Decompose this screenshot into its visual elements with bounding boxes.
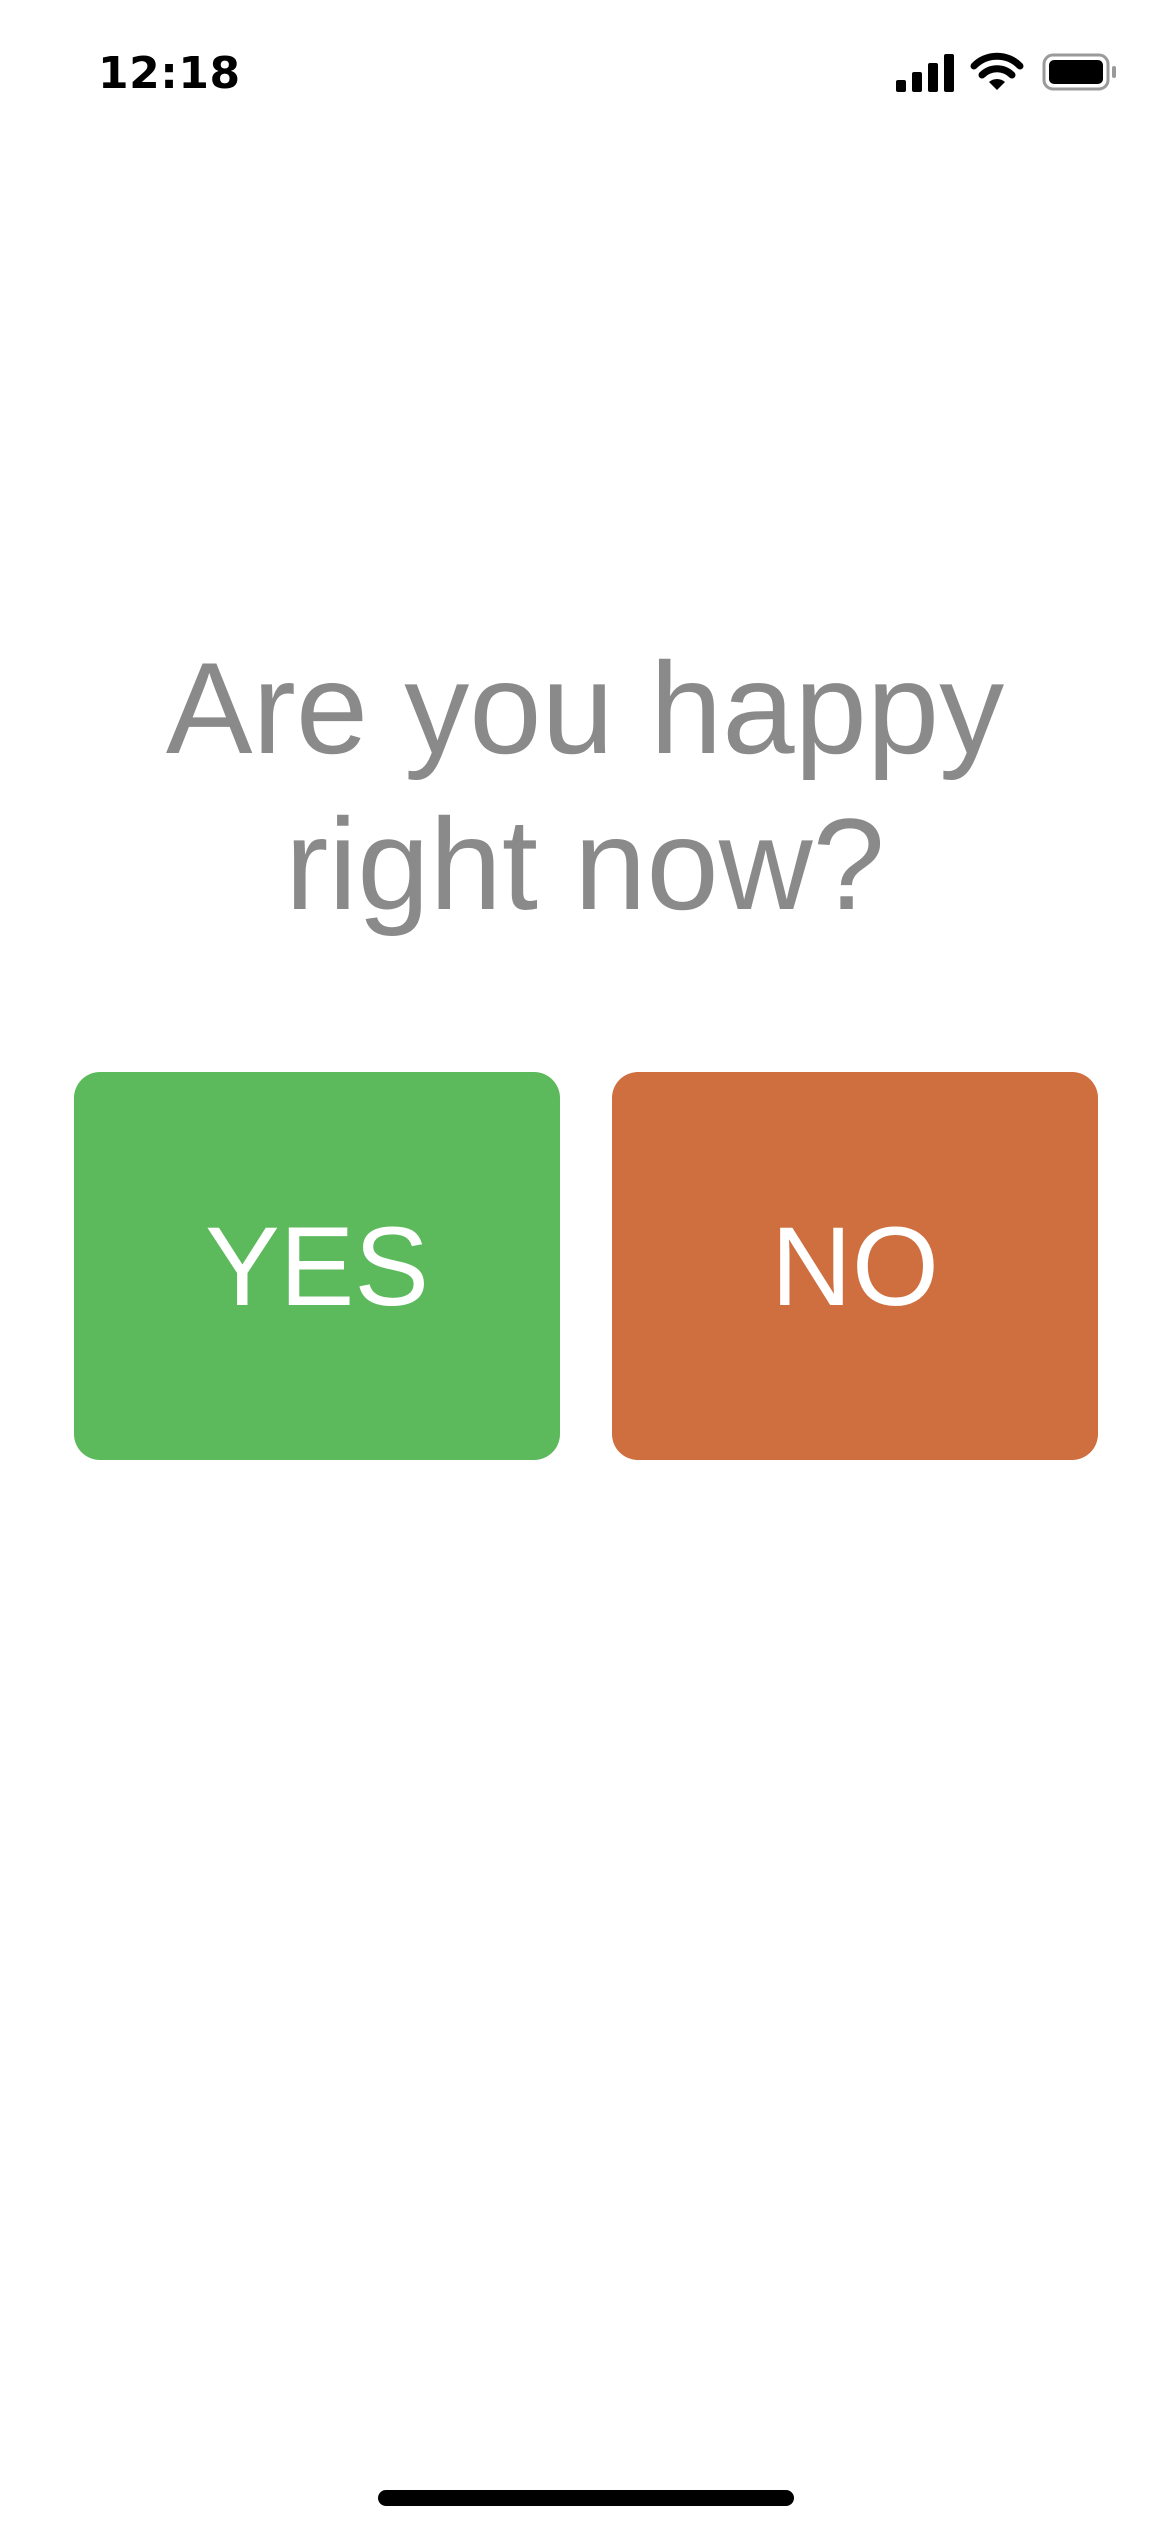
battery-icon xyxy=(1042,53,1116,91)
cellular-signal-icon xyxy=(896,54,954,92)
yes-button[interactable]: YES xyxy=(74,1072,560,1460)
status-time: 12:18 xyxy=(98,48,241,99)
status-icons xyxy=(896,52,1118,92)
home-indicator[interactable] xyxy=(378,2490,794,2506)
no-button[interactable]: NO xyxy=(612,1072,1098,1460)
question-line-2: right now? xyxy=(285,791,885,937)
status-bar: 12:18 xyxy=(0,0,1170,140)
wifi-icon xyxy=(970,52,1024,90)
question-heading: Are you happy right now? xyxy=(60,630,1110,942)
question-line-1: Are you happy xyxy=(165,635,1005,781)
